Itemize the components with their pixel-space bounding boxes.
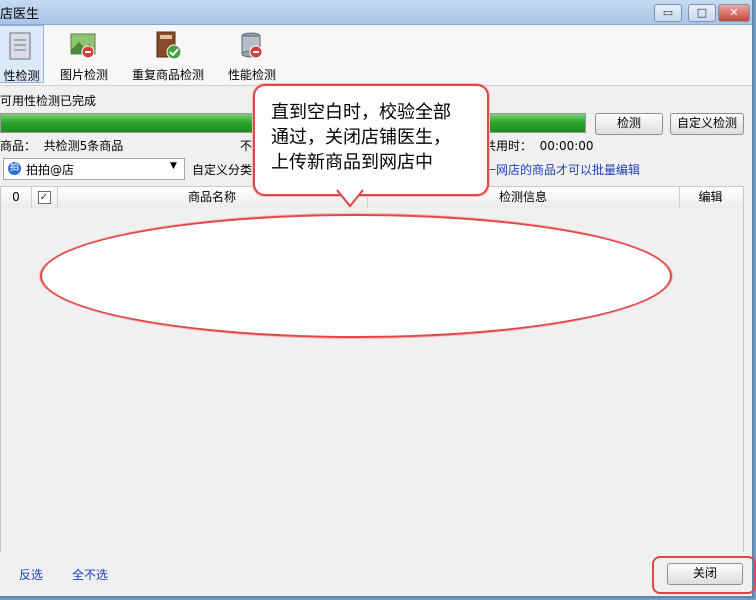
close-button-highlight bbox=[652, 556, 756, 594]
toolbar: 性检测 图片检测 重复商品检测 性能检测 bbox=[0, 25, 752, 86]
title-bar: 店医生 ▭ □ ✕ bbox=[0, 0, 752, 25]
shop-select[interactable]: 拍 拍拍@店 ▼ bbox=[3, 158, 185, 180]
column-number: 0 bbox=[1, 187, 32, 208]
shop-select-value: 拍拍@店 bbox=[26, 163, 75, 177]
book-check-icon bbox=[156, 31, 182, 60]
tab-availability-check[interactable]: 性检测 bbox=[0, 25, 44, 83]
database-check-icon bbox=[241, 32, 263, 59]
callout-line: 通过，关闭店铺医生， bbox=[271, 127, 451, 148]
tab-duplicate-check[interactable]: 重复商品检测 bbox=[128, 25, 208, 82]
callout-line: 直到空白时，校验全部 bbox=[271, 102, 451, 123]
maximize-icon: □ bbox=[696, 6, 708, 19]
callout-pointer bbox=[336, 188, 364, 208]
select-none-link[interactable]: 全不选 bbox=[72, 566, 108, 583]
tab-label: 性能检测 bbox=[227, 68, 276, 82]
time-used: 共用时： 00:00:00 bbox=[484, 139, 594, 153]
batch-edit-note: 一网店的商品才可以批量编辑 bbox=[484, 163, 641, 177]
window-title: 店医生 bbox=[0, 7, 40, 22]
custom-category-label: 自定义分类 bbox=[192, 163, 253, 177]
tab-label: 性检测 bbox=[3, 69, 40, 83]
instruction-callout: 直到空白时，校验全部 通过，关闭店铺医生， 上传新商品到网店中 bbox=[253, 84, 489, 196]
goods-summary: 商品： 共检测5条商品 bbox=[0, 139, 124, 153]
close-window-button[interactable]: ✕ bbox=[718, 4, 750, 22]
select-all-checkbox[interactable]: ✓ bbox=[37, 191, 51, 204]
minimize-icon: ▭ bbox=[662, 6, 674, 19]
invert-selection-link[interactable]: 反选 bbox=[19, 566, 43, 583]
image-check-icon bbox=[70, 33, 96, 59]
minimize-button[interactable]: ▭ bbox=[654, 4, 682, 22]
status-text: 可用性检测已完成 bbox=[0, 94, 97, 108]
close-icon: ✕ bbox=[729, 6, 739, 19]
maximize-button[interactable]: □ bbox=[688, 4, 716, 22]
tab-image-check[interactable]: 图片检测 bbox=[56, 25, 112, 82]
not-label: 不 bbox=[240, 139, 253, 153]
callout-line: 上传新商品到网店中 bbox=[271, 152, 433, 173]
empty-area-highlight bbox=[40, 214, 672, 338]
column-select: ✓ bbox=[31, 187, 58, 208]
tab-label: 图片检测 bbox=[59, 68, 108, 82]
chevron-down-icon: ▼ bbox=[170, 161, 177, 171]
tab-performance-check[interactable]: 性能检测 bbox=[226, 25, 278, 82]
tab-label: 重复商品检测 bbox=[131, 68, 204, 82]
column-edit[interactable]: 编辑 bbox=[679, 187, 742, 208]
callout-text: 直到空白时，校验全部 通过，关闭店铺医生， 上传新商品到网店中 bbox=[271, 100, 451, 175]
shop-logo-icon: 拍 bbox=[8, 162, 21, 175]
document-check-icon bbox=[9, 32, 30, 60]
detect-button[interactable]: 检测 bbox=[595, 113, 663, 135]
custom-detect-button[interactable]: 自定义检测 bbox=[670, 113, 744, 135]
